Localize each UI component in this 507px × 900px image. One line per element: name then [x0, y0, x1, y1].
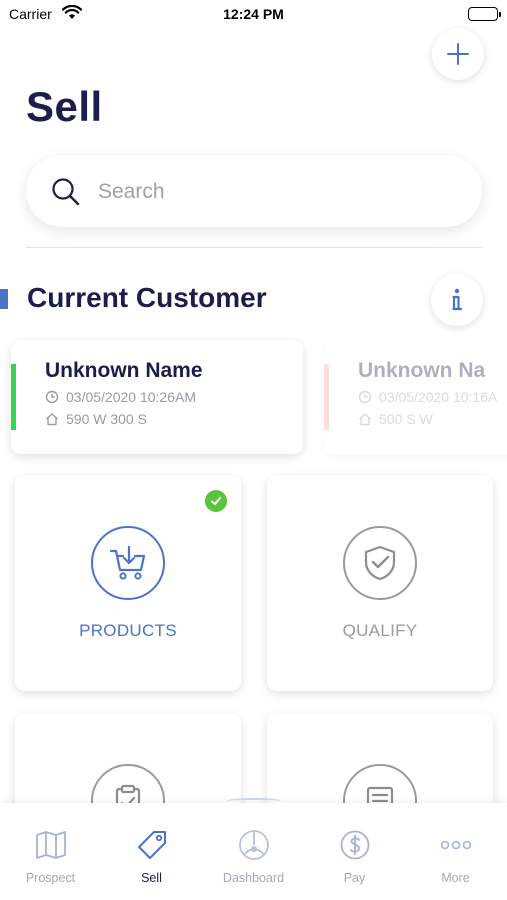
search-icon: [50, 176, 82, 213]
info-icon: [452, 288, 463, 311]
cart-download-icon: [91, 526, 165, 600]
more-icon: [438, 827, 474, 863]
plus-icon: [447, 43, 469, 65]
tab-label: Prospect: [25, 871, 76, 885]
customer-address: 590 W 300 S: [66, 411, 147, 427]
tab-prospect[interactable]: Prospect: [0, 803, 101, 900]
search-input[interactable]: Search: [98, 180, 165, 204]
home-icon: [359, 413, 371, 426]
tab-sell[interactable]: Sell: [101, 803, 202, 900]
clock-icon: [358, 390, 372, 404]
map-icon: [33, 827, 69, 863]
completed-check-icon: [205, 490, 227, 512]
dashboard-icon: [236, 827, 272, 863]
qualify-tile[interactable]: QUALIFY: [267, 475, 493, 691]
info-button[interactable]: [431, 274, 483, 326]
battery-icon: [468, 7, 501, 21]
customer-name: Unknown Name: [45, 359, 203, 382]
dollar-circle-icon: [337, 827, 373, 863]
add-button[interactable]: [432, 28, 484, 80]
customer-address: 500 S W: [379, 411, 433, 427]
search-bar[interactable]: Search: [26, 155, 482, 227]
status-bar: Carrier 12:24 PM: [0, 0, 507, 30]
tab-label: Pay: [343, 871, 366, 885]
tab-dashboard[interactable]: Dashboard: [203, 803, 304, 900]
status-accent: [11, 364, 16, 430]
shield-check-icon: [343, 526, 417, 600]
customer-datetime: 03/05/2020 10:26AM: [66, 389, 196, 405]
home-icon: [46, 413, 58, 426]
status-time: 12:24 PM: [223, 6, 284, 22]
tab-label: Dashboard: [222, 871, 285, 885]
page-title: Sell: [26, 83, 103, 130]
customer-datetime: 03/05/2020 10:16A: [379, 389, 498, 405]
customer-card[interactable]: Unknown Name 03/05/2020 10:26AM 590 W 30…: [11, 340, 303, 454]
status-accent: [324, 364, 329, 430]
products-tile[interactable]: PRODUCTS: [15, 475, 241, 691]
customer-card[interactable]: Unknown Na 03/05/2020 10:16A 500 S W: [324, 340, 507, 454]
tab-more[interactable]: More: [405, 803, 506, 900]
divider: [26, 247, 482, 248]
tile-label: QUALIFY: [342, 621, 418, 640]
tab-pay[interactable]: Pay: [304, 803, 405, 900]
tab-bar: Prospect Sell Dashboard Pay More: [0, 798, 507, 900]
section-marker: [0, 289, 8, 309]
tab-label: More: [441, 871, 470, 885]
customer-name: Unknown Na: [358, 359, 486, 382]
section-title: Current Customer: [27, 282, 267, 313]
clock-icon: [45, 390, 59, 404]
tab-label: Sell: [141, 871, 162, 885]
tile-label: PRODUCTS: [79, 621, 177, 640]
tag-icon: [134, 827, 170, 863]
